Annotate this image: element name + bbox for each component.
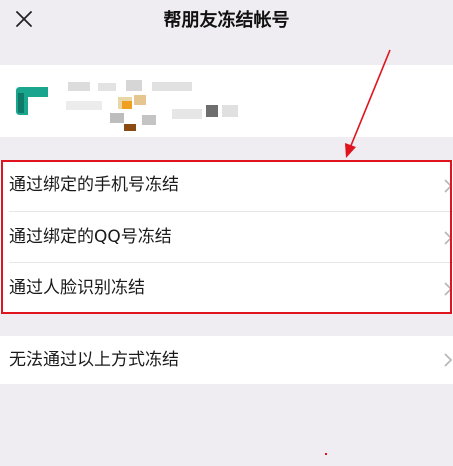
freeze-by-phone-option[interactable]: 通过绑定的手机号冻结 — [0, 160, 453, 211]
freeze-by-qq-option[interactable]: 通过绑定的QQ号冻结 — [0, 212, 453, 263]
freeze-options-group: 通过绑定的手机号冻结 通过绑定的QQ号冻结 通过人脸识别冻结 — [0, 160, 453, 314]
cannot-freeze-option[interactable]: 无法通过以上方式冻结 — [0, 336, 453, 384]
nav-bar: 帮朋友冻结帐号 — [0, 0, 453, 42]
friend-profile-card — [0, 65, 453, 137]
blurred-account-id — [62, 95, 252, 131]
option-label: 通过绑定的QQ号冻结 — [9, 227, 172, 247]
annotation-dot — [325, 453, 327, 455]
chevron-right-icon — [444, 231, 453, 245]
option-label: 通过人脸识别冻结 — [9, 278, 145, 298]
chevron-right-icon — [444, 282, 453, 296]
page-title: 帮朋友冻结帐号 — [163, 10, 290, 31]
chevron-right-icon — [444, 179, 453, 193]
app-logo-icon — [14, 85, 50, 117]
other-option-group: 无法通过以上方式冻结 — [0, 336, 453, 384]
option-label: 无法通过以上方式冻结 — [9, 350, 179, 370]
blurred-name — [62, 80, 202, 94]
option-label: 通过绑定的手机号冻结 — [9, 175, 179, 195]
chevron-right-icon — [444, 353, 453, 367]
freeze-by-face-option[interactable]: 通过人脸识别冻结 — [0, 263, 453, 314]
